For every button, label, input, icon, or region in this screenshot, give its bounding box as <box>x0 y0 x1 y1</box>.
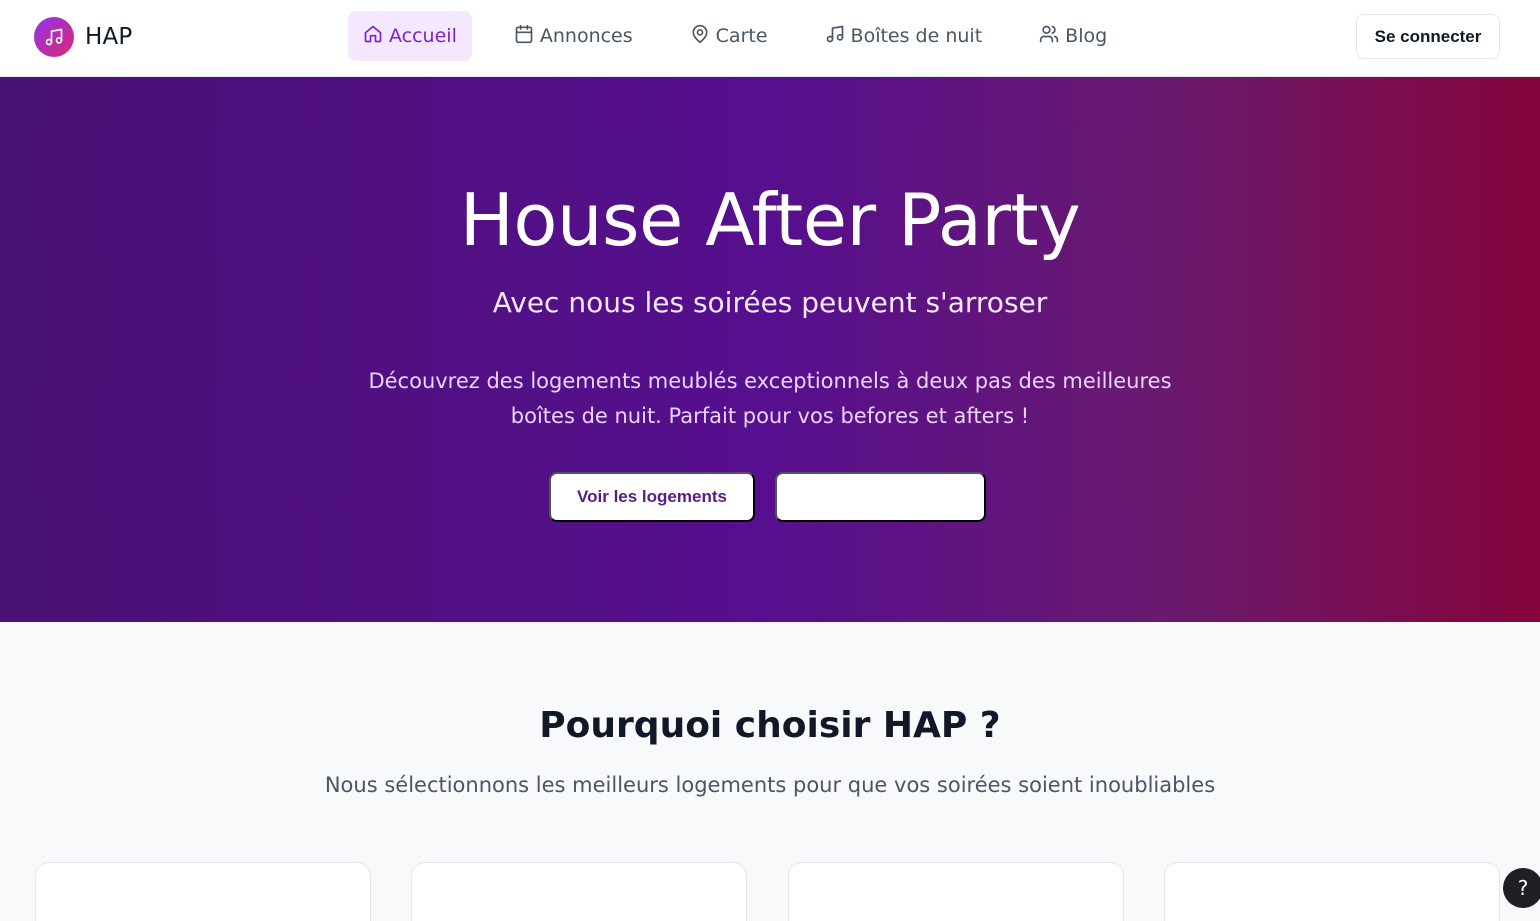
hero-section: House After Party Avec nous les soirées … <box>0 77 1540 622</box>
feature-card <box>1164 862 1500 921</box>
nav-item-accueil[interactable]: Accueil <box>348 11 472 61</box>
view-listings-button[interactable]: Voir les logements <box>549 472 755 522</box>
nav-item-blog[interactable]: Blog <box>1024 11 1122 61</box>
feature-card <box>35 862 371 921</box>
music-note-icon <box>34 17 74 57</box>
main-nav: Accueil Annonces Carte Boîtes de nuit Bl… <box>348 11 1149 61</box>
feature-card <box>411 862 747 921</box>
brand-link[interactable]: HAP <box>34 17 133 57</box>
feature-card <box>788 862 1124 921</box>
secondary-hero-button[interactable] <box>775 472 986 522</box>
hero-title: House After Party <box>459 178 1081 262</box>
nav-item-annonces[interactable]: Annonces <box>499 11 648 61</box>
nav-item-label: Accueil <box>389 25 457 47</box>
brand-name: HAP <box>85 24 133 50</box>
music-note-icon <box>825 24 845 49</box>
features-title: Pourquoi choisir HAP ? <box>539 705 1001 746</box>
hero-description: Découvrez des logements meublés exceptio… <box>368 369 1172 428</box>
help-button[interactable]: ? <box>1503 868 1540 908</box>
calendar-icon <box>514 24 534 49</box>
nav-item-label: Boîtes de nuit <box>850 25 983 47</box>
hero-subtitle: Avec nous les soirées peuvent s'arroser <box>492 286 1048 319</box>
nav-item-label: Carte <box>715 25 768 47</box>
login-button[interactable]: Se connecter <box>1356 14 1500 59</box>
map-pin-icon <box>690 24 710 49</box>
site-header: HAP Accueil Annonces Carte Boîtes de nui… <box>0 0 1540 77</box>
features-subtitle: Nous sélectionnons les meilleurs logemen… <box>324 773 1216 797</box>
users-icon <box>1039 24 1059 49</box>
nav-item-label: Annonces <box>539 25 633 47</box>
nav-item-boites-de-nuit[interactable]: Boîtes de nuit <box>810 11 998 61</box>
home-icon <box>363 24 383 49</box>
nav-item-carte[interactable]: Carte <box>675 11 783 61</box>
nav-item-label: Blog <box>1065 25 1108 47</box>
